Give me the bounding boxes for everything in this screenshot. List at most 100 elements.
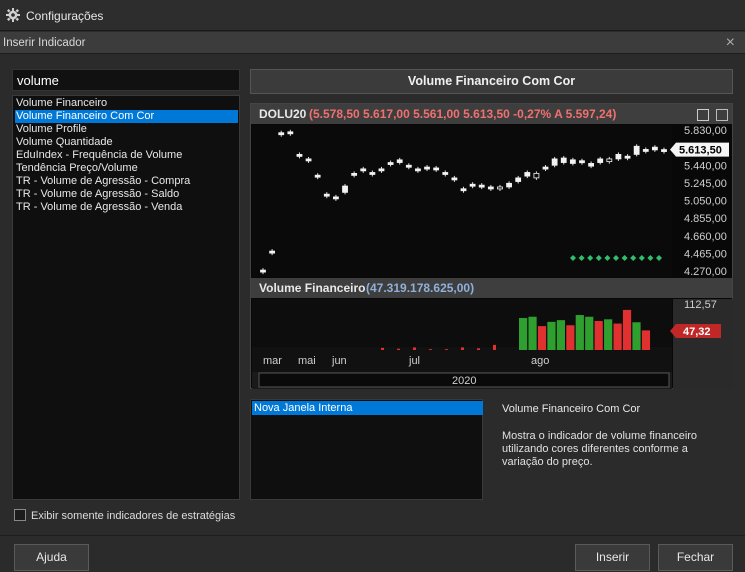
- description-body: Mostra o indicador de volume financeiro …: [502, 430, 698, 468]
- price-candle: [633, 145, 640, 155]
- volume-bar: [566, 325, 575, 350]
- volume-bar: [528, 316, 537, 350]
- price-candle: [287, 131, 294, 135]
- price-candle: [606, 158, 613, 163]
- price-candle: [296, 154, 303, 157]
- last-price-label: 5.613,50: [679, 145, 722, 157]
- price-candle: [369, 172, 376, 175]
- price-candle: [579, 160, 585, 164]
- price-candle: [478, 184, 485, 188]
- price-candle: [387, 162, 394, 165]
- volume-bar: [477, 348, 480, 350]
- indicator-list-item[interactable]: Volume Quantidade: [15, 136, 238, 149]
- target-window-item[interactable]: Nova Janela Interna: [252, 401, 483, 415]
- indicator-list-item[interactable]: TR - Volume de Agressão - Saldo: [15, 188, 238, 201]
- price-candle: [651, 146, 658, 151]
- volume-bar: [632, 322, 641, 350]
- price-candle: [442, 172, 449, 175]
- price-candle: [314, 174, 321, 178]
- restore-icon[interactable]: [716, 109, 728, 121]
- volume-axis-max: 112,57: [684, 299, 717, 311]
- preview-chart: 5.830,005.635,005.440,005.245,005.050,00…: [250, 103, 733, 389]
- window-titlebar: Configurações: [0, 0, 745, 31]
- preview-title: Volume Financeiro Com Cor: [250, 69, 733, 94]
- dialog-title: Inserir Indicador: [3, 37, 86, 49]
- indicator-list-item[interactable]: TR - Volume de Agressão - Compra: [15, 175, 238, 188]
- volume-bar: [397, 348, 400, 350]
- price-candle: [551, 158, 558, 166]
- volume-bar: [381, 347, 384, 350]
- description-title: Volume Financeiro Com Cor: [502, 403, 641, 415]
- price-candle: [269, 250, 276, 254]
- price-candle: [506, 182, 512, 188]
- month-label: mai: [298, 355, 316, 367]
- insert-button[interactable]: Inserir: [575, 544, 650, 571]
- price-candle: [460, 188, 467, 192]
- price-candle: [360, 168, 367, 172]
- indicator-list[interactable]: Volume Financeiro Volume Financeiro Com C…: [12, 95, 240, 500]
- price-candle: [569, 159, 576, 164]
- volume-bar: [445, 349, 448, 350]
- close-icon[interactable]: ×: [726, 34, 735, 52]
- price-candle: [560, 157, 567, 163]
- price-candle: [333, 196, 339, 200]
- target-window-list[interactable]: Nova Janela Interna: [250, 399, 483, 500]
- price-candle: [424, 166, 430, 170]
- close-button[interactable]: Fechar: [658, 544, 733, 571]
- price-candle: [642, 149, 649, 152]
- price-candle: [342, 185, 348, 193]
- price-candle: [533, 172, 540, 179]
- volume-name: Volume Financeiro: [259, 281, 366, 295]
- price-candle: [515, 177, 522, 182]
- volume-value: (47.319.178.625,00): [366, 281, 475, 295]
- price-candle: [542, 166, 549, 170]
- indicator-list-item[interactable]: Volume Profile: [15, 123, 238, 136]
- price-axis-tick: 5.830,00: [684, 125, 727, 137]
- dialog-header: Inserir Indicador ×: [0, 32, 745, 54]
- volume-bar: [413, 347, 416, 350]
- volume-bar: [622, 309, 632, 350]
- price-candle: [597, 158, 604, 163]
- indicator-list-item[interactable]: Volume Financeiro: [15, 97, 238, 110]
- strategies-only-label: Exibir somente indicadores de estratégia…: [31, 510, 236, 522]
- window-title: Configurações: [26, 9, 104, 23]
- price-candle: [469, 183, 476, 187]
- volume-bar: [493, 344, 496, 350]
- volume-bar: [641, 330, 651, 350]
- month-label: jun: [331, 355, 347, 367]
- price-candle: [260, 269, 266, 273]
- indicator-list-item[interactable]: Volume Financeiro Com Cor: [15, 110, 238, 123]
- volume-bar: [519, 318, 528, 350]
- corner-panel: [673, 299, 733, 389]
- price-candle: [415, 168, 421, 172]
- price-candle: [615, 154, 622, 160]
- footer-divider: [0, 535, 745, 536]
- volume-bar: [575, 315, 584, 350]
- indicator-list-item[interactable]: EduIndex - Frequência de Volume: [15, 149, 238, 162]
- year-label: 2020: [452, 375, 476, 387]
- price-candle: [588, 163, 594, 167]
- price-axis-tick: 5.245,00: [684, 178, 727, 190]
- volume-bar: [547, 321, 556, 350]
- price-candle: [323, 193, 330, 197]
- price-candle: [524, 172, 531, 177]
- indicator-list-item[interactable]: Tendência Preço/Volume: [15, 162, 238, 175]
- price-axis-tick: 5.440,00: [684, 160, 727, 172]
- price-candle: [451, 177, 458, 181]
- price-candle: [487, 186, 494, 190]
- volume-last-label: 47,32: [683, 326, 711, 338]
- maximize-icon[interactable]: [697, 109, 709, 121]
- price-candle: [661, 149, 667, 152]
- volume-bar: [556, 320, 565, 350]
- price-candle: [405, 164, 412, 168]
- price-axis-tick: 5.050,00: [684, 196, 727, 208]
- indicator-list-item[interactable]: TR - Volume de Agressão - Venda: [15, 201, 238, 214]
- search-input[interactable]: [12, 69, 240, 91]
- volume-bar: [461, 347, 464, 350]
- volume-bar: [604, 319, 613, 350]
- help-button[interactable]: Ajuda: [14, 544, 89, 571]
- price-axis-tick: 4.660,00: [684, 231, 727, 243]
- price-axis-tick: 4.855,00: [684, 213, 727, 225]
- strategies-only-checkbox[interactable]: [14, 509, 26, 521]
- price-candle: [278, 132, 285, 136]
